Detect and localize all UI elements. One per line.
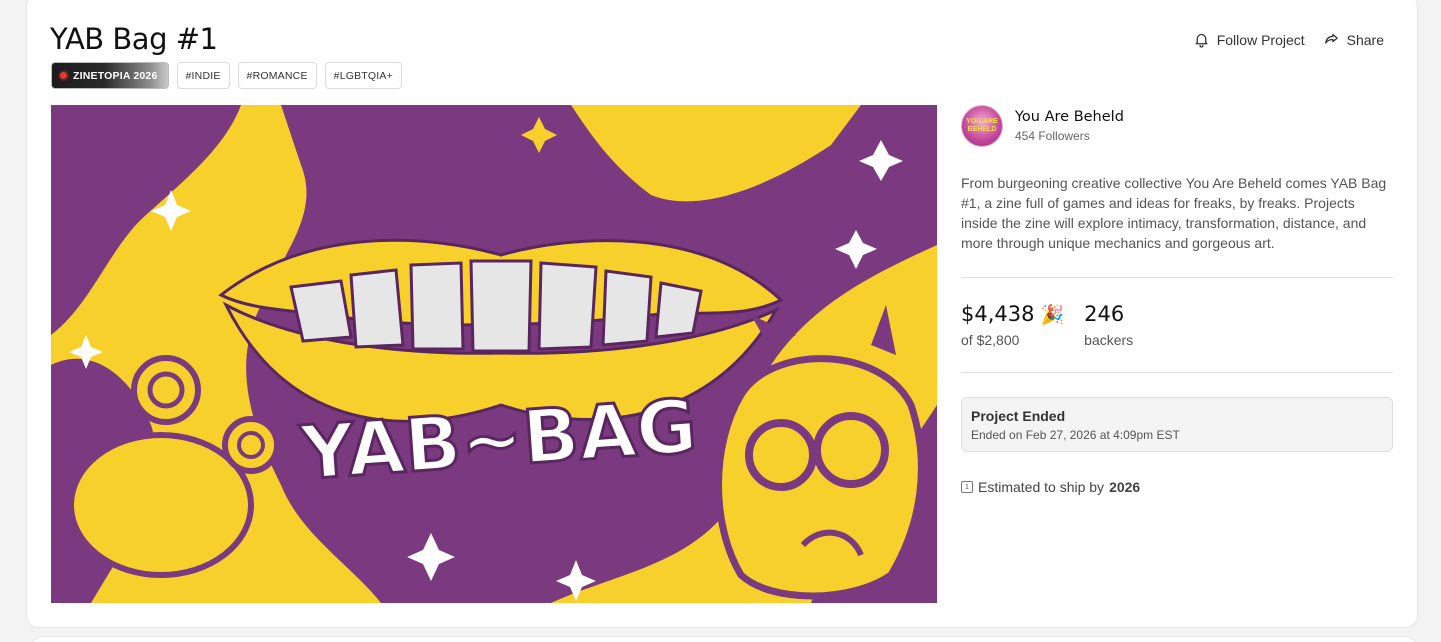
shipping-estimate: 1 Estimated to ship by 2026 — [961, 479, 1393, 495]
backers-count: 246 — [1084, 302, 1125, 326]
shipping-prefix: Estimated to ship by — [978, 479, 1105, 495]
project-hero-image: YAB~BAG — [51, 105, 937, 603]
project-title: YAB Bag #1 — [50, 22, 218, 56]
party-popper-icon: 🎉 — [1040, 303, 1065, 326]
tag-list: ZINETOPIA 2026 #INDIE #ROMANCE #LGBTQIA+ — [51, 62, 402, 89]
next-section-card — [30, 636, 1418, 642]
divider — [961, 372, 1393, 373]
tag-lgbtqia[interactable]: #LGBTQIA+ — [324, 62, 402, 89]
creator-info: You Are Beheld 454 Followers — [1015, 109, 1124, 143]
backers-label: backers — [1084, 332, 1134, 348]
calendar-icon: 1 — [961, 481, 973, 493]
goal-amount: of $2,800 — [961, 332, 1020, 348]
pledged-stat: $4,438 🎉 of $2,800 — [961, 302, 1064, 348]
follow-project-label: Follow Project — [1216, 31, 1305, 48]
status-subtitle: Ended on Feb 27, 2026 at 4:09pm EST — [971, 428, 1180, 442]
tag-featured-label: ZINETOPIA 2026 — [73, 69, 158, 82]
backers-stat: 246 backers — [1084, 302, 1133, 348]
funding-stats: $4,438 🎉 of $2,800 246 backers — [961, 278, 1393, 372]
creator-row[interactable]: YOU ARE BEHELD You Are Beheld 454 Follow… — [961, 105, 1393, 147]
pledged-amount: $4,438 — [961, 302, 1035, 326]
shipping-year: 2026 — [1109, 479, 1141, 495]
status-title: Project Ended — [971, 408, 1066, 424]
tag-featured[interactable]: ZINETOPIA 2026 — [51, 62, 169, 89]
follow-project-button[interactable]: Follow Project — [1193, 31, 1305, 48]
bell-icon — [1195, 33, 1208, 48]
hero-illustration: YAB~BAG — [51, 105, 937, 603]
creator-name[interactable]: You Are Beheld — [1015, 109, 1124, 125]
project-status-box: Project Ended Ended on Feb 27, 2026 at 4… — [961, 397, 1393, 452]
project-description: From burgeoning creative collective You … — [961, 175, 1387, 251]
share-label: Share — [1346, 31, 1384, 48]
avatar[interactable]: YOU ARE BEHELD — [961, 105, 1003, 147]
tag-romance[interactable]: #ROMANCE — [237, 62, 317, 89]
share-icon — [1324, 33, 1338, 44]
project-actions: Follow Project Share — [1193, 31, 1384, 48]
record-icon — [60, 72, 67, 79]
pledged-amount-row: $4,438 🎉 — [961, 302, 1064, 326]
tag-indie[interactable]: #INDIE — [176, 62, 230, 89]
share-button[interactable]: Share — [1323, 31, 1384, 48]
project-sidebar: YOU ARE BEHELD You Are Beheld 454 Follow… — [961, 105, 1393, 495]
creator-followers: 454 Followers — [1015, 129, 1090, 143]
